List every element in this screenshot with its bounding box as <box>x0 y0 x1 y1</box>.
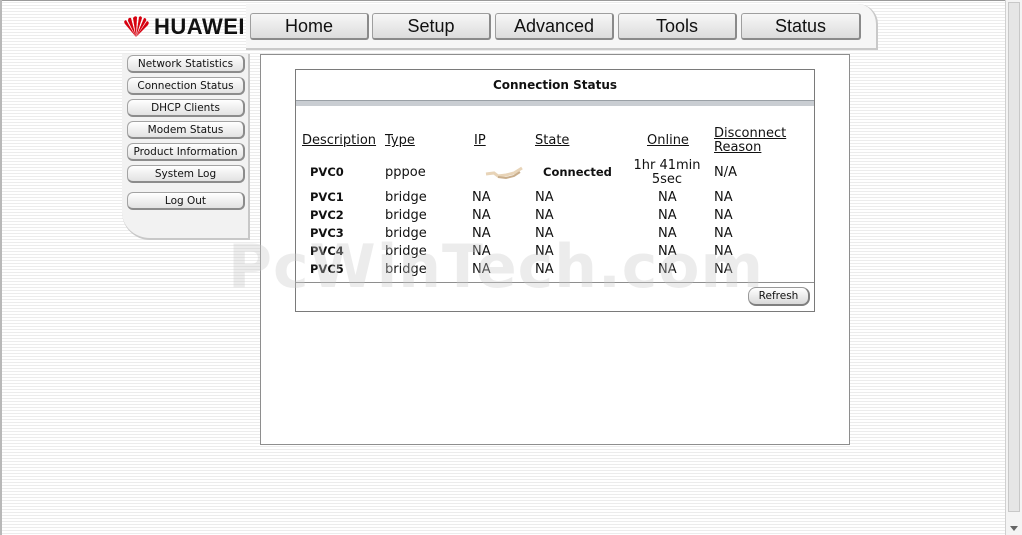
window-left-border <box>0 0 2 535</box>
brand-name: HUAWEI <box>154 14 245 39</box>
column-header-ip: IP <box>474 133 486 148</box>
column-header-disconnect: Disconnect <box>714 126 787 141</box>
refresh-button[interactable]: Refresh <box>748 287 810 306</box>
table-row-state: NA <box>535 262 554 277</box>
table-row-description: PVC3 <box>310 226 344 240</box>
sidebar-item-dhcp-clients[interactable]: DHCP Clients <box>127 99 245 117</box>
table-row-ip: NA <box>472 208 491 223</box>
table-row-ip: NA <box>472 190 491 205</box>
sidebar-item-modem-status[interactable]: Modem Status <box>127 121 245 139</box>
logout-button[interactable]: Log Out <box>127 192 245 210</box>
table-row-type: bridge <box>385 190 427 205</box>
table-row-ip: NA <box>472 226 491 241</box>
tab-tools[interactable]: Tools <box>618 13 737 40</box>
column-header-online: Online <box>647 133 689 148</box>
scrollbar-thumb[interactable] <box>1008 2 1020 512</box>
table-row-state: NA <box>535 226 554 241</box>
table-row-type: bridge <box>385 226 427 241</box>
vertical-scrollbar[interactable] <box>1005 0 1022 535</box>
table-row-description: PVC1 <box>310 190 344 204</box>
table-row-reason: NA <box>714 208 733 223</box>
footer-divider <box>296 282 814 283</box>
title-divider <box>296 100 814 106</box>
tab-status[interactable]: Status <box>741 13 861 40</box>
table-row-ip: NA <box>472 262 491 277</box>
sidebar-item-network-statistics[interactable]: Network Statistics <box>127 55 245 73</box>
table-row-reason: NA <box>714 190 733 205</box>
huawei-logo: HUAWEI <box>122 13 245 41</box>
table-row-reason: NA <box>714 244 733 259</box>
table-row-online: NA <box>658 262 677 277</box>
window-top-border <box>0 0 1022 1</box>
column-header-state: State <box>535 133 570 148</box>
table-row-reason: NA <box>714 226 733 241</box>
page-title: Connection Status <box>492 78 618 92</box>
table-row-online-line1: 1hr 41min <box>633 158 701 173</box>
tab-home[interactable]: Home <box>250 13 369 40</box>
table-row-description: PVC2 <box>310 208 344 222</box>
column-header-description: Description <box>302 133 377 148</box>
table-row-type: bridge <box>385 244 427 259</box>
table-row-description: PVC5 <box>310 262 344 276</box>
table-row-online-line2: 5sec <box>651 172 683 187</box>
ip-redacted-scribble <box>485 166 523 180</box>
sidebar-item-connection-status[interactable]: Connection Status <box>127 77 245 95</box>
tab-setup[interactable]: Setup <box>372 13 491 40</box>
table-row-online: NA <box>658 190 677 205</box>
table-row-reason: N/A <box>714 165 737 180</box>
scroll-down-arrow-icon[interactable] <box>1010 526 1018 531</box>
table-row-ip: NA <box>472 244 491 259</box>
sidebar-item-system-log[interactable]: System Log <box>127 165 245 183</box>
huawei-petal-icon <box>124 16 149 37</box>
table-row-type: bridge <box>385 262 427 277</box>
connection-status-box: Connection Status <box>295 69 815 312</box>
column-header-type: Type <box>385 133 415 148</box>
table-row-state: NA <box>535 190 554 205</box>
column-header-reason: Reason <box>714 140 762 155</box>
table-row-description: PVC4 <box>310 244 344 258</box>
table-row-description: PVC0 <box>310 165 344 179</box>
table-row-state: NA <box>535 208 554 223</box>
sidebar-item-product-information[interactable]: Product Information <box>127 143 245 161</box>
table-row-online: NA <box>658 208 677 223</box>
table-row-online: NA <box>658 244 677 259</box>
table-row-reason: NA <box>714 262 733 277</box>
tab-advanced[interactable]: Advanced <box>495 13 614 40</box>
table-row-type: pppoe <box>385 165 426 180</box>
table-row-type: bridge <box>385 208 427 223</box>
table-row-state: NA <box>535 244 554 259</box>
table-row-state: Connected <box>543 165 612 179</box>
table-row-online: NA <box>658 226 677 241</box>
